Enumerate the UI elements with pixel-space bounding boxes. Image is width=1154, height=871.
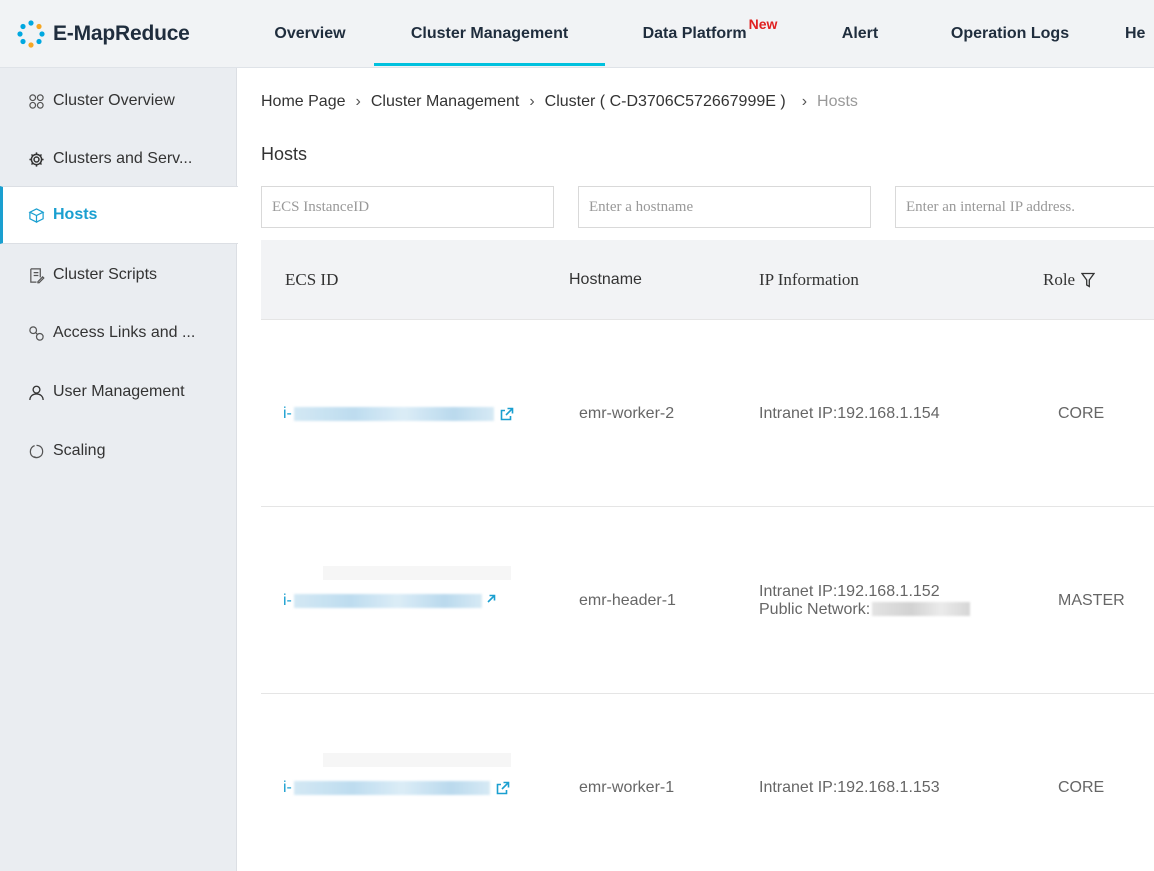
tab-label: Alert (841, 25, 879, 42)
tab-label: Data Platform (642, 25, 747, 42)
external-link-icon[interactable] (482, 594, 496, 608)
sidebar-item-hosts[interactable]: Hosts (0, 186, 238, 244)
public-network: Public Network: (759, 600, 971, 619)
script-icon (30, 267, 45, 283)
table-header: ECS ID Hostname IP Information Role (261, 240, 1154, 320)
breadcrumb-separator: › (529, 93, 535, 110)
main-content: Home Page › Cluster Management › Cluster ( C… (238, 68, 1154, 871)
tab-help[interactable]: He (1125, 0, 1154, 68)
role-cell: CORE (1058, 404, 1105, 422)
sidebar-item-cluster-overview[interactable]: Cluster Overview (0, 72, 237, 130)
filter-icon[interactable] (1081, 272, 1096, 288)
intranet-ip: Intranet IP:192.168.1.154 (759, 404, 940, 422)
top-navigation-bar: E-MapReduce Overview Cluster Management … (0, 0, 1154, 68)
breadcrumb-separator: › (801, 93, 808, 110)
sidebar: Cluster Overview Clusters and Serv... Ho… (0, 68, 238, 871)
role-cell: CORE (1058, 778, 1105, 796)
sidebar-item-label: Cluster Scripts (53, 266, 158, 283)
ecs-id-cell: i- (283, 694, 510, 871)
role-cell: MASTER (1058, 591, 1125, 609)
internal-ip-input[interactable] (895, 186, 1154, 228)
ecs-id-prefix: i- (283, 404, 292, 422)
external-link-icon[interactable] (500, 407, 514, 421)
redacted-ecs-id (293, 780, 490, 795)
ip-information-cell: Intranet IP:192.168.1.152 Public Network… (759, 507, 971, 694)
public-network-label: Public Network: (759, 600, 871, 618)
ecs-id-cell: i- (283, 507, 496, 694)
brand-name: E-MapReduce (53, 22, 190, 45)
ecs-id-link[interactable]: i- (283, 405, 514, 423)
new-badge: New (748, 16, 778, 32)
hostname-input[interactable] (578, 186, 871, 228)
table-row: i- emr-header-1 Intranet IP:192.168.1.15… (261, 507, 1154, 767)
user-icon (29, 385, 44, 400)
ecs-id-link[interactable]: i- (283, 779, 510, 797)
ecs-id-link[interactable]: i- (283, 592, 496, 610)
hostname-cell: emr-header-1 (579, 591, 676, 609)
external-link-icon[interactable] (496, 781, 510, 795)
sidebar-item-label: Clusters and Serv... (53, 150, 193, 167)
column-header-ecs-id: ECS ID (285, 270, 339, 289)
sidebar-item-label: Scaling (53, 442, 106, 459)
breadcrumb-separator: › (355, 93, 361, 110)
emr-logo-icon (17, 20, 45, 48)
sidebar-item-user-management[interactable]: User Management (0, 363, 237, 421)
scaling-icon (29, 444, 44, 458)
tab-label: Operation Logs (950, 25, 1070, 42)
ecs-instance-id-input[interactable] (261, 186, 554, 228)
sidebar-item-cluster-scripts[interactable]: Cluster Scripts (0, 246, 237, 304)
sidebar-item-label: Access Links and ... (53, 324, 196, 341)
sidebar-item-clusters-and-services[interactable]: Clusters and Serv... (0, 130, 237, 188)
column-header-hostname: Hostname (569, 271, 642, 288)
tab-alert[interactable]: Alert (820, 0, 900, 68)
table-row: i- emr-worker-1 Intranet IP:192.168.1.15… (261, 694, 1154, 871)
column-header-role: Role (1043, 240, 1096, 320)
sidebar-item-access-links[interactable]: Access Links and ... (0, 304, 237, 362)
ip-information-cell: Intranet IP:192.168.1.154 (759, 320, 940, 507)
intranet-ip: Intranet IP:192.168.1.152 (759, 582, 940, 600)
sidebar-item-label: Cluster Overview (53, 92, 175, 109)
redacted-ecs-id (293, 593, 482, 608)
redacted-public-ip (872, 602, 971, 617)
breadcrumb: Home Page › Cluster Management › Cluster ( C… (261, 93, 858, 111)
breadcrumb-home[interactable]: Home Page (261, 93, 346, 110)
ecs-id-cell: i- (283, 320, 514, 507)
redacted-ecs-id (293, 406, 494, 421)
gear-icon (29, 151, 44, 167)
brand[interactable]: E-MapReduce (0, 0, 237, 68)
breadcrumb-cluster-management[interactable]: Cluster Management (371, 93, 520, 110)
hostname-cell: emr-worker-1 (579, 778, 675, 796)
sidebar-item-label: Hosts (53, 206, 98, 223)
table-row: i- emr-worker-2 Intranet IP:192.168.1.15… (261, 320, 1154, 580)
intranet-ip: Intranet IP:192.168.1.153 (759, 778, 940, 796)
column-header-ip-information: IP Information (759, 270, 859, 289)
tab-overview[interactable]: Overview (255, 0, 365, 68)
host-icon (28, 207, 45, 223)
cluster-overview-icon (29, 93, 44, 109)
breadcrumb-current: Hosts (817, 93, 858, 110)
tab-data-platform[interactable]: Data Platform New (620, 0, 800, 68)
hostname-cell: emr-worker-2 (579, 404, 675, 422)
role-header-label: Role (1043, 270, 1076, 289)
sidebar-item-label: User Management (53, 383, 185, 400)
page-title: Hosts (261, 144, 308, 164)
tab-cluster-management[interactable]: Cluster Management (374, 0, 605, 68)
tab-operation-logs[interactable]: Operation Logs (930, 0, 1090, 68)
ip-information-cell: Intranet IP:192.168.1.153 (759, 694, 940, 871)
tab-label: Overview (274, 25, 346, 42)
ecs-id-prefix: i- (283, 591, 292, 609)
link-icon (29, 325, 44, 341)
breadcrumb-cluster[interactable]: Cluster ( C-D3706C572667999E ) (545, 93, 786, 110)
ecs-id-prefix: i- (283, 778, 292, 796)
tab-label: He (1125, 25, 1146, 42)
tab-label: Cluster Management (410, 25, 569, 42)
sidebar-item-scaling[interactable]: Scaling (0, 422, 237, 480)
